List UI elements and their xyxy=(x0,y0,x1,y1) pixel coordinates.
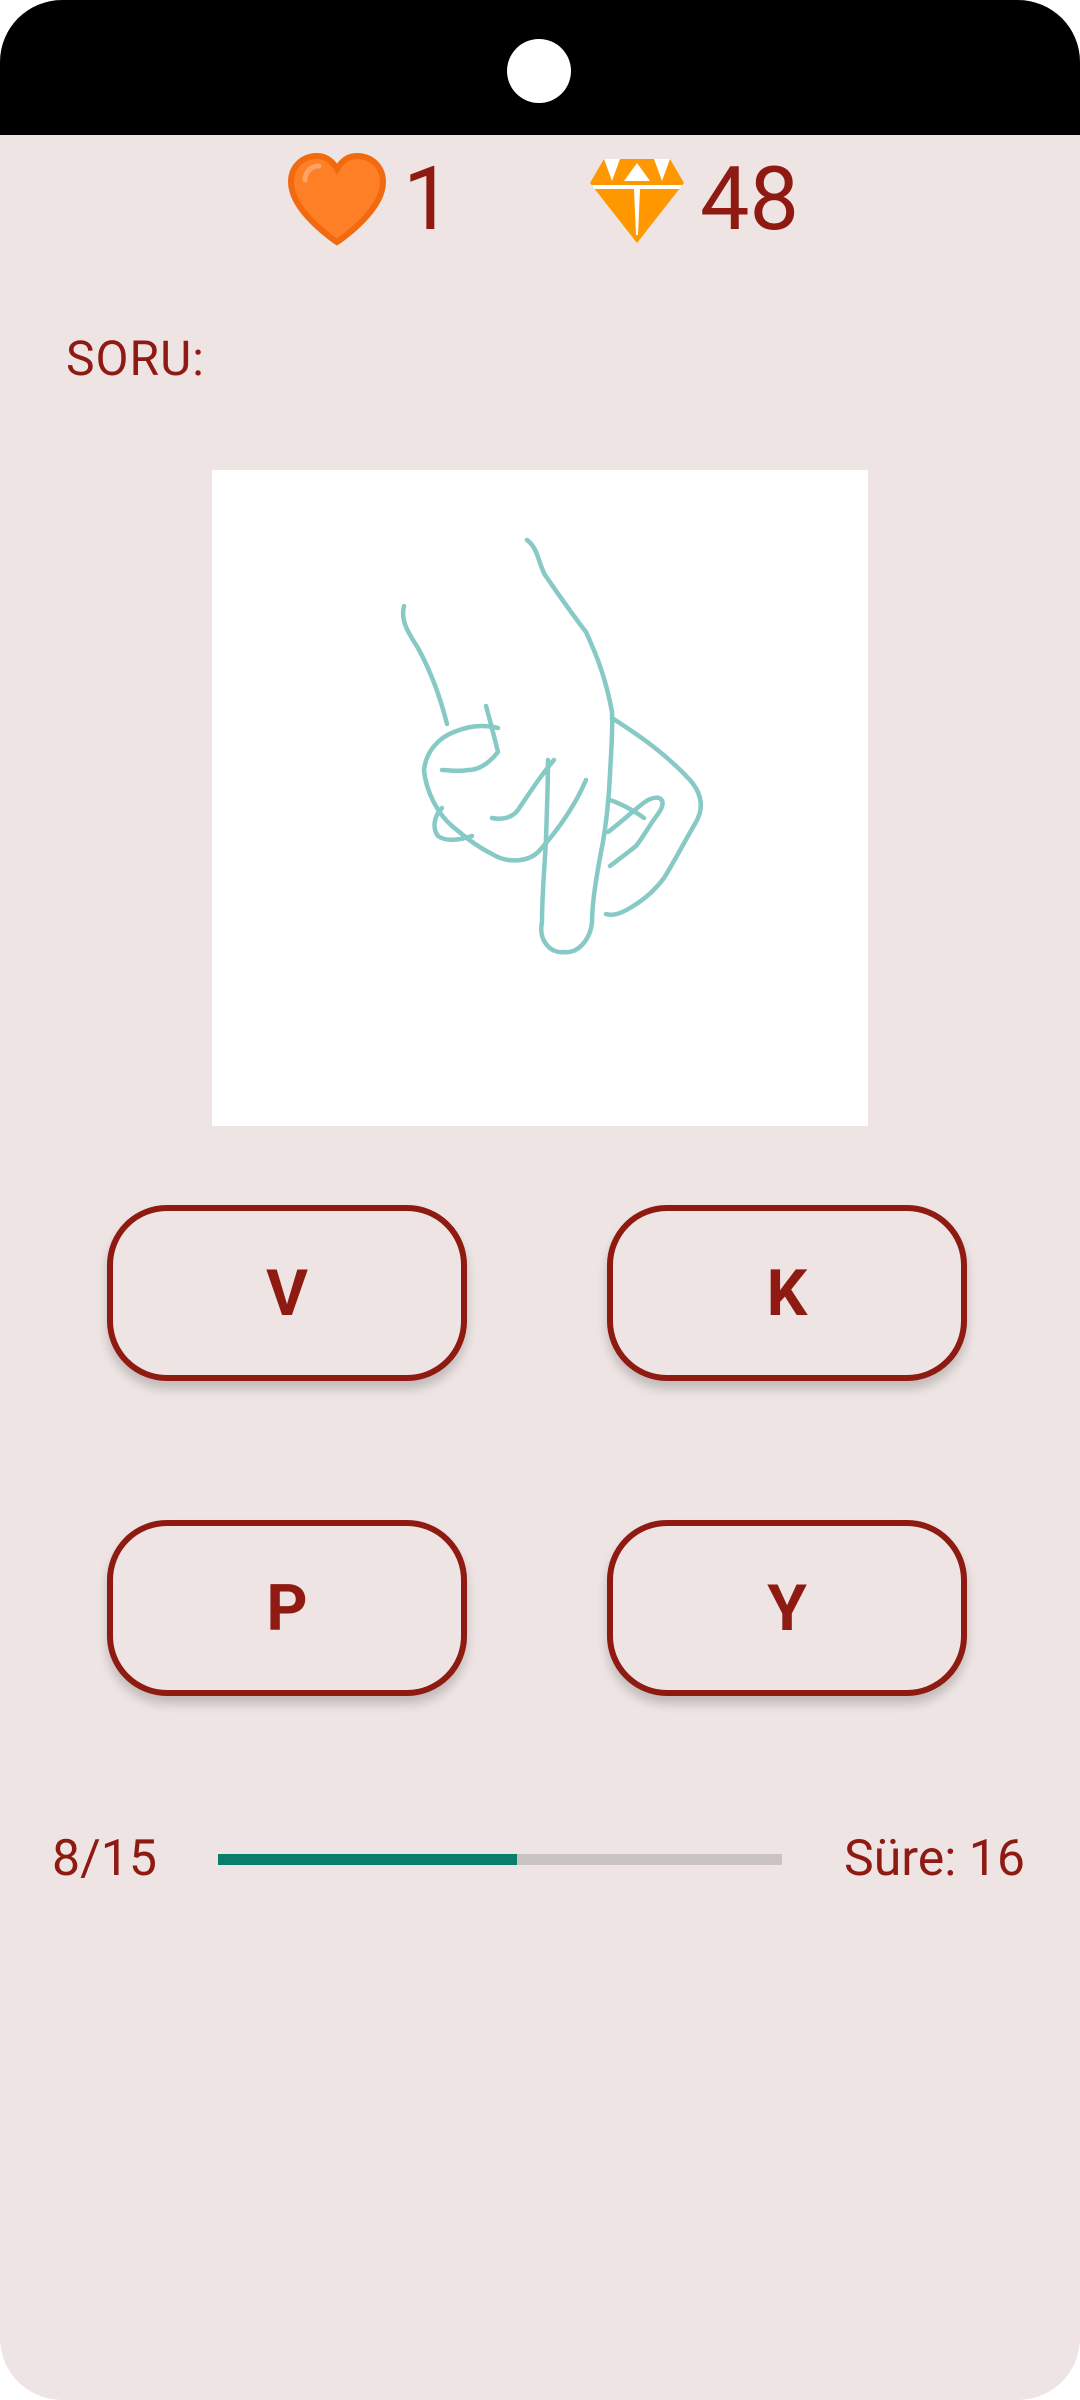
question-label: SORU: xyxy=(66,330,205,387)
answer-button-1[interactable]: V xyxy=(107,1205,467,1381)
camera-cutout xyxy=(507,39,571,103)
diamond-icon xyxy=(588,155,686,245)
answer-button-3[interactable]: P xyxy=(107,1520,467,1696)
gems-value: 48 xyxy=(700,148,799,251)
hand-sign-image xyxy=(212,470,868,1126)
app-screen: 1 48 SORU: V K P Y 8/15 Süre: 16 xyxy=(0,0,1080,2400)
progress-bar-fill xyxy=(218,1854,517,1865)
lives-counter: 1 xyxy=(285,145,452,255)
progress-bar xyxy=(218,1854,782,1865)
gems-counter: 48 xyxy=(588,145,799,255)
answer-button-4[interactable]: Y xyxy=(607,1520,967,1696)
heart-icon xyxy=(285,152,389,248)
timer-label: Süre: 16 xyxy=(844,1830,1025,1888)
status-bar xyxy=(0,0,1080,135)
answer-button-2[interactable]: K xyxy=(607,1205,967,1381)
lives-value: 1 xyxy=(403,148,453,251)
question-counter: 8/15 xyxy=(52,1830,157,1888)
